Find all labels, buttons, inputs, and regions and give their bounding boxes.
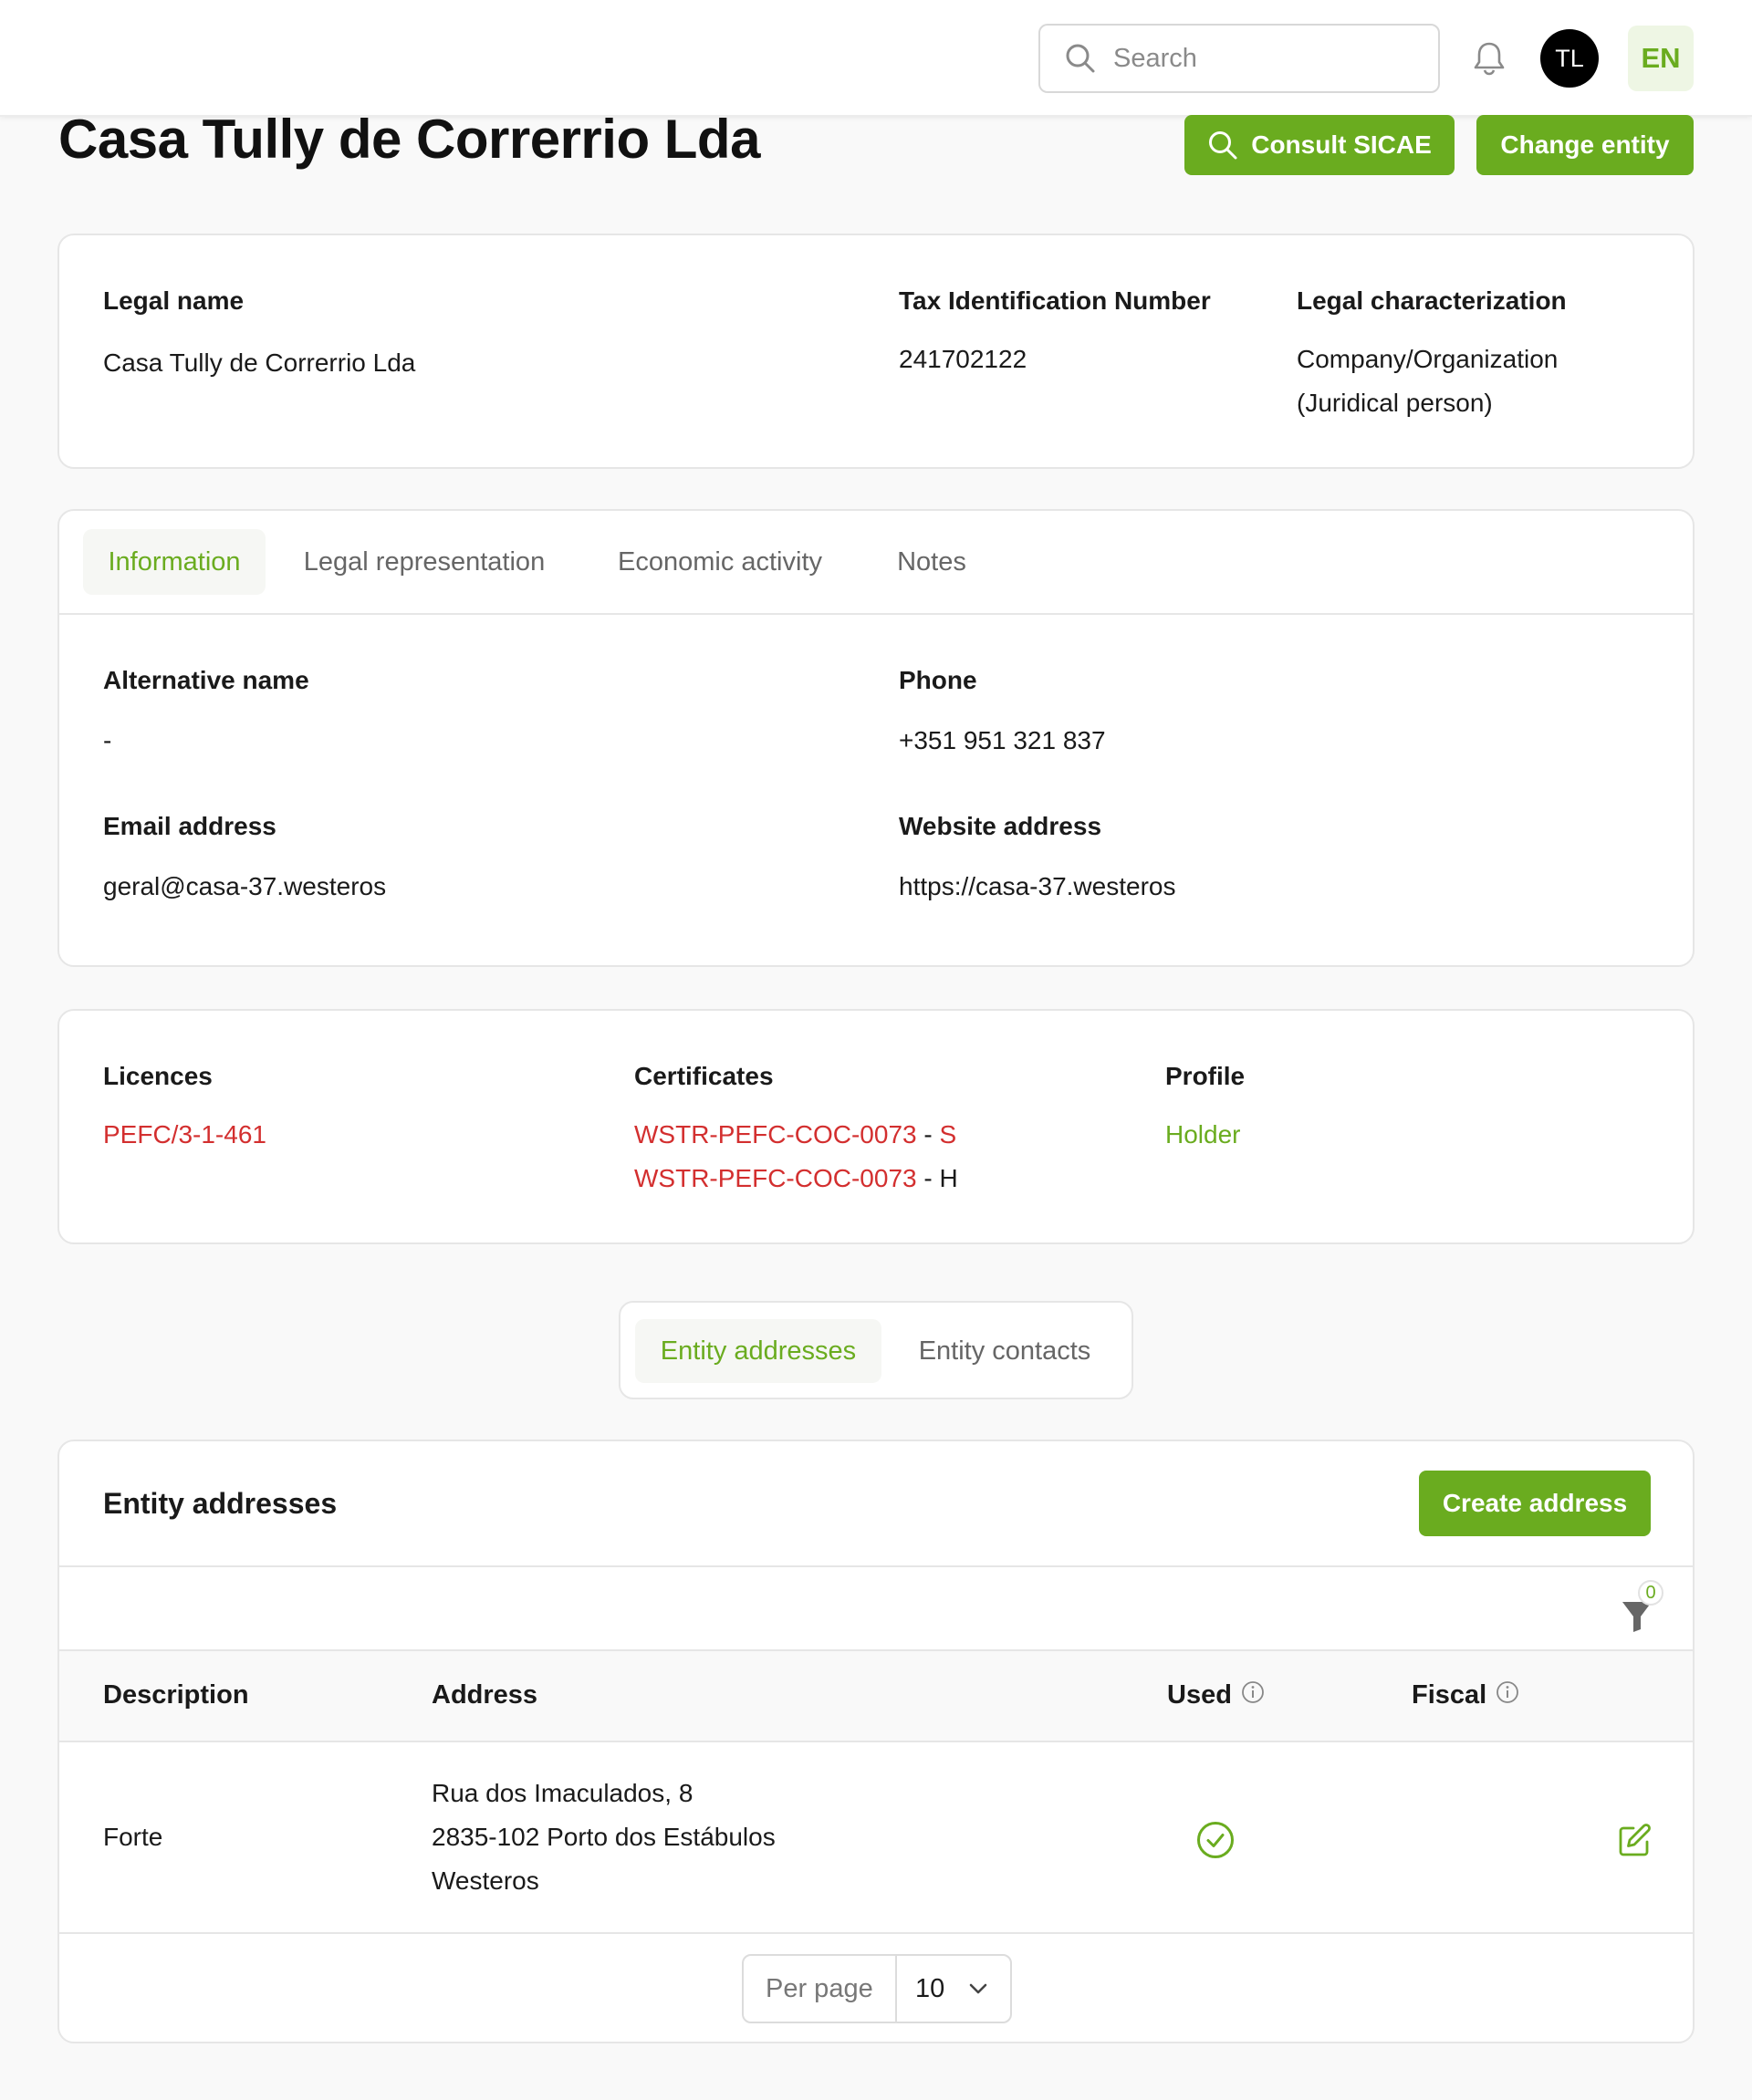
change-entity-button[interactable]: Change entity bbox=[1476, 115, 1694, 175]
certificate-suffix: S bbox=[939, 1120, 957, 1149]
profile-value: Holder bbox=[1165, 1120, 1241, 1149]
information-card: Information Legal representation Economi… bbox=[57, 509, 1695, 967]
row-address-line1: Rua dos Imaculados, 8 bbox=[432, 1779, 694, 1807]
filter-count-badge: 0 bbox=[1638, 1580, 1663, 1606]
column-fiscal-label: Fiscal bbox=[1412, 1680, 1487, 1710]
legal-name-label: Legal name bbox=[103, 286, 245, 315]
entity-subtabs: Entity addresses Entity contacts bbox=[619, 1301, 1133, 1399]
website-value: https://casa-37.westeros bbox=[899, 872, 1176, 900]
phone-label: Phone bbox=[899, 666, 977, 694]
phone-value: +351 951 321 837 bbox=[899, 726, 1106, 754]
column-header-fiscal: Fiscal bbox=[1412, 1680, 1519, 1710]
search-placeholder: Search bbox=[1113, 43, 1197, 73]
row-address-line2: 2835-102 Porto dos Estábulos bbox=[432, 1823, 776, 1851]
certificate-link[interactable]: WSTR-PEFC-COC-0073 bbox=[634, 1120, 917, 1149]
addresses-card: Entity addresses Create address 0 Descri… bbox=[57, 1440, 1695, 2043]
credentials-card: Licences PEFC/3-1-461 Certificates WSTR-… bbox=[57, 1009, 1695, 1244]
filter-button[interactable]: 0 bbox=[1616, 1580, 1663, 1632]
divider bbox=[59, 1932, 1693, 1934]
certificate-suffix: H bbox=[939, 1164, 958, 1192]
column-header-address: Address bbox=[432, 1680, 537, 1710]
column-address-label: Address bbox=[432, 1680, 538, 1710]
certificate-separator: - bbox=[916, 1164, 940, 1192]
column-header-description: Description bbox=[103, 1680, 249, 1710]
per-page-value: 10 bbox=[915, 1974, 945, 2003]
legal-name-value: Casa Tully de Correrrio Lda bbox=[103, 348, 416, 377]
tab-entity-addresses[interactable]: Entity addresses bbox=[635, 1319, 881, 1383]
tab-entity-contacts[interactable]: Entity contacts bbox=[892, 1319, 1117, 1383]
certificate-item: WSTR-PEFC-COC-0073 - S bbox=[634, 1113, 956, 1157]
licence-link[interactable]: PEFC/3-1-461 bbox=[103, 1113, 266, 1157]
chevron-down-icon bbox=[968, 1981, 988, 1996]
page-title: Casa Tully de Correrrio Lda bbox=[58, 109, 760, 170]
row-description: Forte bbox=[103, 1823, 163, 1851]
addresses-title: Entity addresses bbox=[103, 1487, 338, 1520]
search-icon bbox=[1064, 42, 1097, 75]
change-entity-label: Change entity bbox=[1500, 130, 1670, 159]
column-used-label: Used bbox=[1167, 1680, 1232, 1710]
email-label: Email address bbox=[103, 812, 276, 840]
website-label: Website address bbox=[899, 812, 1102, 840]
info-tabs: Information Legal representation Economi… bbox=[59, 511, 1693, 615]
legal-characterization-line2: (Juridical person) bbox=[1297, 389, 1493, 417]
bell-icon[interactable] bbox=[1469, 38, 1509, 78]
edit-icon[interactable] bbox=[1618, 1823, 1653, 1857]
per-page-select[interactable]: Per page 10 bbox=[742, 1954, 1012, 2023]
info-icon[interactable] bbox=[1496, 1680, 1519, 1704]
licences-label: Licences bbox=[103, 1062, 213, 1090]
top-bar: Search TL EN bbox=[0, 0, 1752, 117]
column-description-label: Description bbox=[103, 1680, 249, 1710]
language-switcher[interactable]: EN bbox=[1628, 26, 1694, 91]
consult-sicae-button[interactable]: Consult SICAE bbox=[1184, 115, 1455, 175]
divider bbox=[59, 1565, 1693, 1567]
certificate-separator: - bbox=[916, 1120, 940, 1149]
alternative-name-value: - bbox=[103, 726, 112, 754]
consult-sicae-label: Consult SICAE bbox=[1251, 130, 1432, 159]
create-address-label: Create address bbox=[1442, 1489, 1628, 1517]
info-icon[interactable] bbox=[1241, 1680, 1265, 1704]
avatar[interactable]: TL bbox=[1540, 29, 1599, 88]
certificates-label: Certificates bbox=[634, 1062, 774, 1090]
check-circle-icon bbox=[1196, 1821, 1235, 1859]
tab-economic-activity[interactable]: Economic activity bbox=[583, 529, 857, 595]
entity-summary-card: Legal name Casa Tully de Correrrio Lda T… bbox=[57, 234, 1695, 469]
create-address-button[interactable]: Create address bbox=[1419, 1471, 1651, 1536]
table-row: Forte Rua dos Imaculados, 8 2835-102 Por… bbox=[59, 1742, 1693, 1936]
alternative-name-label: Alternative name bbox=[103, 666, 309, 694]
email-value: geral@casa-37.westeros bbox=[103, 872, 387, 900]
profile-label: Profile bbox=[1165, 1062, 1246, 1090]
legal-characterization-line1: Company/Organization bbox=[1297, 345, 1559, 373]
legal-characterization-label: Legal characterization bbox=[1297, 286, 1567, 315]
row-address-line3: Westeros bbox=[432, 1866, 539, 1895]
certificate-item: WSTR-PEFC-COC-0073 - H bbox=[634, 1157, 958, 1201]
certificate-link[interactable]: WSTR-PEFC-COC-0073 bbox=[634, 1164, 917, 1192]
tab-legal-representation[interactable]: Legal representation bbox=[287, 529, 561, 595]
per-page-label: Per page bbox=[766, 1974, 873, 2003]
search-input[interactable]: Search bbox=[1038, 24, 1440, 93]
tin-label: Tax Identification Number bbox=[899, 286, 1211, 315]
divider bbox=[895, 1956, 897, 2022]
tin-value: 241702122 bbox=[899, 345, 1027, 373]
column-header-used: Used bbox=[1167, 1680, 1265, 1710]
tab-information[interactable]: Information bbox=[83, 529, 266, 595]
tab-notes[interactable]: Notes bbox=[879, 529, 985, 595]
search-icon bbox=[1207, 130, 1238, 161]
table-header: Description Address Used Fiscal bbox=[59, 1649, 1693, 1742]
